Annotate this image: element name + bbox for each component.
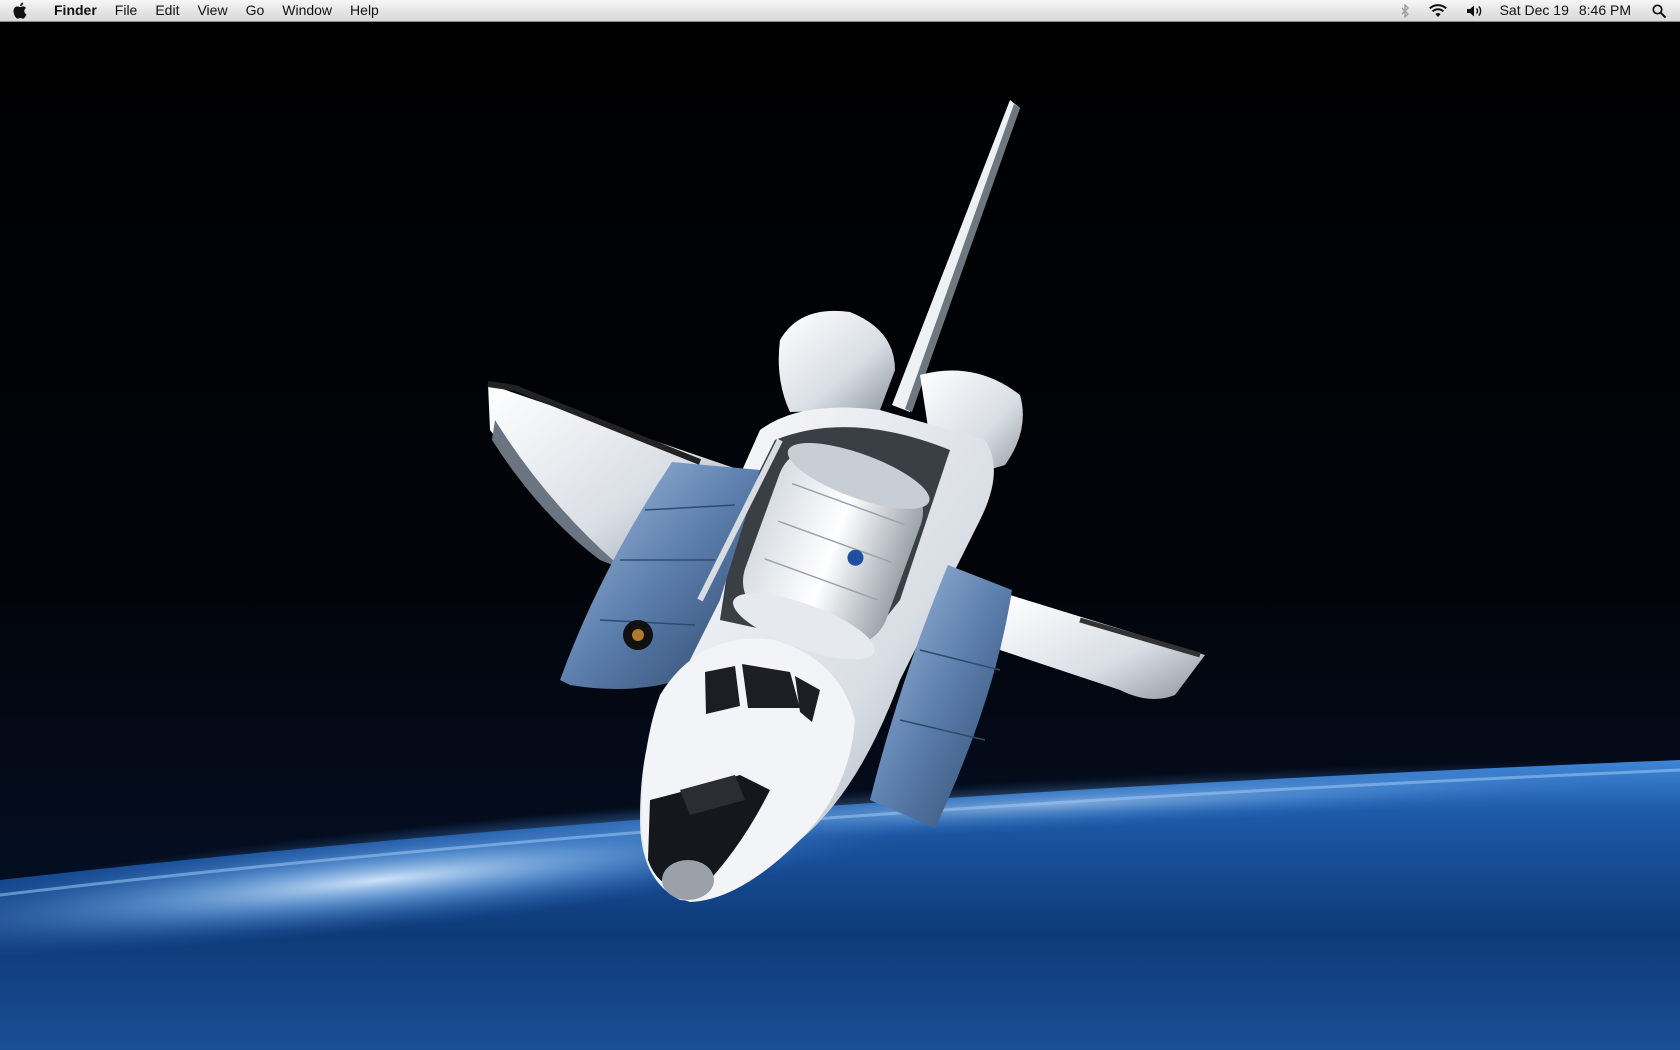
spotlight-search-icon bbox=[1652, 3, 1666, 18]
menu-file[interactable]: File bbox=[106, 0, 147, 21]
wallpaper-image bbox=[0, 22, 1680, 1050]
bluetooth-menu[interactable] bbox=[1392, 0, 1419, 21]
menu-bar-left: Finder File Edit View Go Window Help bbox=[0, 0, 388, 21]
bluetooth-icon bbox=[1401, 3, 1409, 18]
desktop: Finder File Edit View Go Window Help Sat… bbox=[0, 0, 1680, 1050]
clock-time: 8:46 PM bbox=[1578, 2, 1631, 18]
apple-logo-icon bbox=[13, 2, 27, 19]
menu-bar-right: Sat Dec 19 8:46 PM bbox=[1392, 0, 1680, 21]
menu-bar: Finder File Edit View Go Window Help Sat… bbox=[0, 0, 1680, 22]
desktop-wallpaper bbox=[0, 22, 1680, 1050]
spotlight-menu[interactable] bbox=[1643, 0, 1680, 21]
menu-go[interactable]: Go bbox=[237, 0, 274, 21]
menu-edit[interactable]: Edit bbox=[146, 0, 188, 21]
volume-icon bbox=[1466, 5, 1481, 16]
menu-window[interactable]: Window bbox=[273, 0, 341, 21]
menu-view[interactable]: View bbox=[188, 0, 236, 21]
apple-menu[interactable] bbox=[12, 0, 40, 21]
menu-app-name[interactable]: Finder bbox=[40, 0, 106, 21]
volume-menu[interactable] bbox=[1457, 0, 1492, 21]
wifi-menu[interactable] bbox=[1419, 0, 1457, 21]
menu-bar-clock[interactable]: Sat Dec 19 8:46 PM bbox=[1492, 0, 1643, 21]
clock-date: Sat Dec 19 bbox=[1499, 2, 1569, 18]
wifi-icon bbox=[1428, 4, 1447, 17]
menu-help[interactable]: Help bbox=[341, 0, 388, 21]
